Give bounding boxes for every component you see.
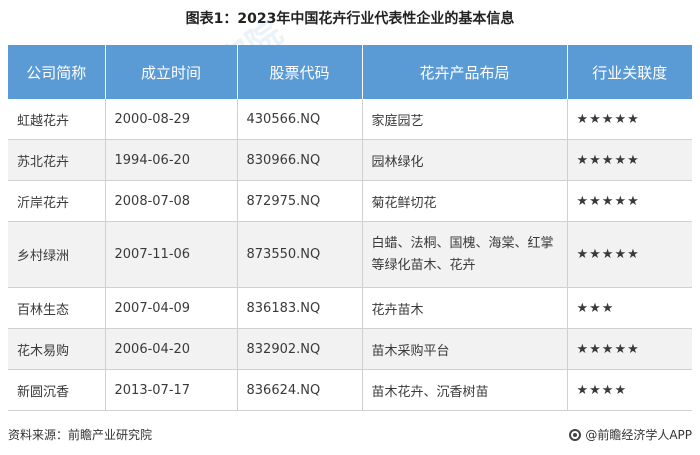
table-row: 苏北花卉 1994-06-20 830966.NQ 园林绿化 ★★★★★	[8, 139, 692, 181]
header-stock-code: 股票代码	[237, 45, 363, 99]
cell-founded: 2006-04-20	[105, 328, 238, 370]
cell-relevance-stars: ★★★	[567, 287, 692, 329]
cell-founded: 2007-11-06	[105, 221, 238, 288]
header-relevance: 行业关联度	[567, 45, 692, 99]
brand-credit: @前瞻经济学人APP	[569, 426, 692, 443]
table-row: 虹越花卉 2000-08-29 430566.NQ 家庭园艺 ★★★★★	[8, 99, 692, 140]
cell-stock-code: 836624.NQ	[237, 369, 363, 411]
chart-title: 图表1：2023年中国花卉行业代表性企业的基本信息	[185, 11, 515, 27]
cell-stock-code: 832902.NQ	[237, 328, 363, 370]
cell-relevance-stars: ★★★★★	[567, 221, 692, 288]
cell-relevance-stars: ★★★★★	[567, 139, 692, 181]
products-text: 白蜡、法桐、国槐、海棠、红掌等绿化苗木、花卉	[371, 235, 554, 273]
cell-products: 花卉苗木	[362, 287, 568, 329]
cell-founded: 2008-07-08	[105, 180, 238, 222]
cell-products: 菊花鲜切花	[362, 180, 568, 222]
cell-stock-code: 836183.NQ	[237, 287, 363, 329]
table-row: 乡村绿洲 2007-11-06 873550.NQ 白蜡、法桐、国槐、海棠、红掌…	[8, 221, 692, 288]
table-row: 花木易购 2006-04-20 832902.NQ 苗木采购平台 ★★★★★	[8, 328, 692, 370]
cell-relevance-stars: ★★★★★	[567, 180, 692, 222]
header-founded: 成立时间	[105, 45, 238, 99]
cell-founded: 1994-06-20	[105, 139, 238, 181]
cell-stock-code: 872975.NQ	[237, 180, 363, 222]
cell-stock-code: 873550.NQ	[237, 221, 363, 288]
cell-founded: 2013-07-17	[105, 369, 238, 411]
cell-company: 苏北花卉	[8, 139, 106, 181]
cell-relevance-stars: ★★★★★	[567, 99, 692, 140]
footer: 资料来源：前瞻产业研究院 @前瞻经济学人APP	[8, 426, 692, 446]
cell-founded: 2000-08-29	[105, 99, 238, 140]
table-header-row: 公司简称 成立时间 股票代码 花卉产品布局 行业关联度	[8, 45, 692, 99]
cell-company: 百林生态	[8, 287, 106, 329]
cell-company: 乡村绿洲	[8, 221, 106, 288]
brand-logo-icon	[569, 428, 582, 441]
cell-products: 苗木采购平台	[362, 328, 568, 370]
brand-text: @前瞻经济学人APP	[585, 428, 692, 442]
cell-products: 苗木花卉、沉香树苗	[362, 369, 568, 411]
table-row: 百林生态 2007-04-09 836183.NQ 花卉苗木 ★★★	[8, 287, 692, 329]
cell-products: 家庭园艺	[362, 99, 568, 140]
source-note: 资料来源：前瞻产业研究院	[8, 428, 153, 442]
table-row: 新圆沉香 2013-07-17 836624.NQ 苗木花卉、沉香树苗 ★★★★	[8, 369, 692, 411]
cell-products: 园林绿化	[362, 139, 568, 181]
cell-company: 虹越花卉	[8, 99, 106, 140]
cell-relevance-stars: ★★★★	[567, 369, 692, 411]
cell-stock-code: 430566.NQ	[237, 99, 363, 140]
cell-relevance-stars: ★★★★★	[567, 328, 692, 370]
cell-products: 白蜡、法桐、国槐、海棠、红掌等绿化苗木、花卉	[362, 221, 568, 288]
header-company: 公司简称	[8, 45, 106, 99]
cell-founded: 2007-04-09	[105, 287, 238, 329]
cell-company: 沂岸花卉	[8, 180, 106, 222]
table-row: 沂岸花卉 2008-07-08 872975.NQ 菊花鲜切花 ★★★★★	[8, 180, 692, 222]
cell-company: 花木易购	[8, 328, 106, 370]
cell-company: 新圆沉香	[8, 369, 106, 411]
cell-stock-code: 830966.NQ	[237, 139, 363, 181]
company-table: 公司简称 成立时间 股票代码 花卉产品布局 行业关联度 虹越花卉 2000-08…	[8, 45, 692, 411]
header-products: 花卉产品布局	[362, 45, 568, 99]
